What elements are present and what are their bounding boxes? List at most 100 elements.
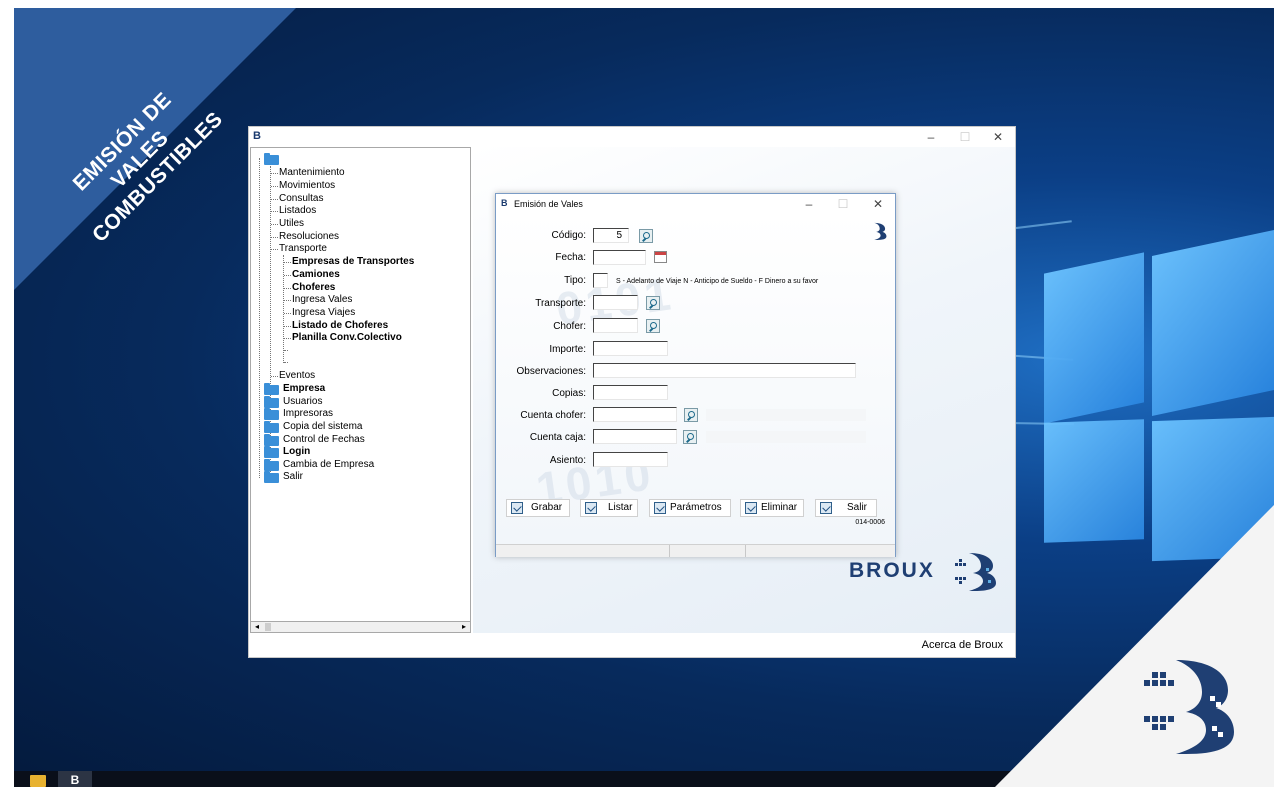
asiento-field[interactable] xyxy=(593,452,668,467)
cuenta-chofer-field[interactable] xyxy=(593,407,677,422)
dialog-titlebar[interactable]: B Emisión de Vales – ☐ ✕ xyxy=(496,194,895,214)
dialog-broux-icon xyxy=(874,222,887,240)
root-folder-icon xyxy=(264,153,279,165)
folder-icon xyxy=(264,421,279,433)
tree-item-listado-de-choferes[interactable]: Listado de Choferes xyxy=(292,320,388,332)
cuenta-chofer-description xyxy=(706,409,866,421)
tree-item-planilla-conv-colectivo[interactable]: Planilla Conv.Colectivo xyxy=(292,332,402,344)
tree-item-resoluciones[interactable]: Resoluciones xyxy=(279,231,339,243)
dialog-maximize-button[interactable]: ☐ xyxy=(833,196,853,212)
codigo-label: Código: xyxy=(551,230,586,241)
chofer-search-icon[interactable] xyxy=(646,319,660,333)
listar-button-label: Listar xyxy=(608,502,633,513)
tree-item-utiles[interactable]: Utiles xyxy=(279,218,304,230)
tree-item-impresoras[interactable]: Impresoras xyxy=(283,408,333,420)
navigation-tree[interactable]: Mantenimiento Movimientos Consultas List… xyxy=(250,147,471,633)
folder-icon xyxy=(264,408,279,420)
calendar-icon[interactable] xyxy=(654,251,667,263)
salir-button[interactable]: Salir xyxy=(815,499,877,517)
tree-item-camiones[interactable]: Camiones xyxy=(292,269,340,281)
app-icon: B xyxy=(253,130,261,142)
fecha-label: Fecha: xyxy=(555,252,586,263)
tree-item-consultas[interactable]: Consultas xyxy=(279,193,323,205)
observaciones-field[interactable] xyxy=(593,363,856,378)
tipo-help-text: S - Adelanto de Viaje N - Anticipo de Su… xyxy=(616,278,819,285)
copias-field[interactable] xyxy=(593,385,668,400)
main-window-titlebar[interactable]: B – ☐ ✕ xyxy=(249,127,1015,147)
tree-item-empresas-de-transportes[interactable]: Empresas de Transportes xyxy=(292,256,414,268)
eliminar-button[interactable]: Eliminar xyxy=(740,499,804,517)
tipo-field[interactable] xyxy=(593,273,608,288)
tree-item-movimientos[interactable]: Movimientos xyxy=(279,180,335,192)
tree-item-empresa[interactable]: Empresa xyxy=(283,383,325,395)
scroll-left-icon[interactable]: ◂ xyxy=(251,622,263,632)
tree-item-listados[interactable]: Listados xyxy=(279,205,316,217)
tree-item-mantenimiento[interactable]: Mantenimiento xyxy=(279,167,345,179)
delete-icon xyxy=(745,502,757,514)
broux-logo-text: BROUX xyxy=(849,559,935,582)
codigo-search-icon[interactable] xyxy=(639,229,653,243)
cuenta-caja-field[interactable] xyxy=(593,429,677,444)
codigo-field[interactable]: 5 xyxy=(593,228,629,243)
taskbar-app-button[interactable]: B xyxy=(58,771,92,787)
save-icon xyxy=(511,502,523,514)
dialog-status-bar xyxy=(496,544,895,557)
scroll-thumb[interactable] xyxy=(265,623,271,631)
maximize-button[interactable]: ☐ xyxy=(955,129,975,145)
cuenta-caja-search-icon[interactable] xyxy=(683,430,697,444)
exit-icon xyxy=(820,502,832,514)
tree-item-usuarios[interactable]: Usuarios xyxy=(283,396,322,408)
tree-item-copia-del-sistema[interactable]: Copia del sistema xyxy=(283,421,362,433)
parameters-icon xyxy=(654,502,666,514)
tree-item-ingresa-viajes[interactable]: Ingresa Viajes xyxy=(292,307,355,319)
dialog-minimize-button[interactable]: – xyxy=(799,196,819,212)
main-status-bar: Acerca de Broux xyxy=(249,633,1015,657)
dialog-close-button[interactable]: ✕ xyxy=(868,196,888,212)
file-explorer-icon[interactable] xyxy=(30,775,46,787)
tree-horizontal-scrollbar[interactable]: ◂ ▸ xyxy=(250,621,471,633)
tree-item-cambia-de-empresa[interactable]: Cambia de Empresa xyxy=(283,459,374,471)
cuenta-chofer-search-icon[interactable] xyxy=(684,408,698,422)
grabar-button-label: Grabar xyxy=(531,502,563,513)
dialog-app-icon: B xyxy=(501,198,508,208)
broux-mark-icon xyxy=(955,553,996,591)
transporte-label: Transporte: xyxy=(535,298,586,309)
tree-item-ingresa-vales[interactable]: Ingresa Vales xyxy=(292,294,352,306)
listar-button[interactable]: Listar xyxy=(580,499,638,517)
chofer-label: Chofer: xyxy=(553,321,586,332)
tree-item-login[interactable]: Login xyxy=(283,446,310,458)
transporte-search-icon[interactable] xyxy=(646,296,660,310)
status-cell xyxy=(496,545,670,557)
tree-item-choferes[interactable]: Choferes xyxy=(292,282,335,294)
transporte-field[interactable] xyxy=(593,295,638,310)
copias-label: Copias: xyxy=(552,388,586,399)
cuenta-caja-description xyxy=(706,431,866,443)
cuenta-caja-label: Cuenta caja: xyxy=(529,432,586,443)
folder-icon xyxy=(264,471,279,483)
parametros-button[interactable]: Parámetros xyxy=(649,499,731,517)
fecha-field[interactable] xyxy=(593,250,646,265)
emision-vales-dialog: B Emisión de Vales – ☐ ✕ 0101 1010 Códig… xyxy=(495,193,896,557)
folder-icon xyxy=(264,459,279,471)
salir-button-label: Salir xyxy=(847,502,868,513)
list-icon xyxy=(585,502,597,514)
cuenta-chofer-label: Cuenta chofer: xyxy=(520,410,586,421)
broux-logo: BROUX xyxy=(849,551,999,591)
tree-item-salir[interactable]: Salir xyxy=(283,471,303,483)
scroll-right-icon[interactable]: ▸ xyxy=(458,622,470,632)
grabar-button[interactable]: Grabar xyxy=(506,499,570,517)
close-button[interactable]: ✕ xyxy=(988,129,1008,145)
tree-item-eventos[interactable]: Eventos xyxy=(279,370,315,382)
importe-field[interactable] xyxy=(593,341,668,356)
tree-item-control-de-fechas[interactable]: Control de Fechas xyxy=(283,434,365,446)
minimize-button[interactable]: – xyxy=(921,129,941,145)
tree-item-transporte[interactable]: Transporte xyxy=(279,243,327,255)
status-cell xyxy=(670,545,746,557)
observaciones-label: Observaciones: xyxy=(516,366,586,377)
status-cell xyxy=(746,545,895,557)
dialog-title: Emisión de Vales xyxy=(514,199,583,209)
parametros-button-label: Parámetros xyxy=(670,502,722,513)
broux-logo-icon xyxy=(1144,660,1234,754)
chofer-field[interactable] xyxy=(593,318,638,333)
about-broux-link[interactable]: Acerca de Broux xyxy=(922,639,1003,651)
